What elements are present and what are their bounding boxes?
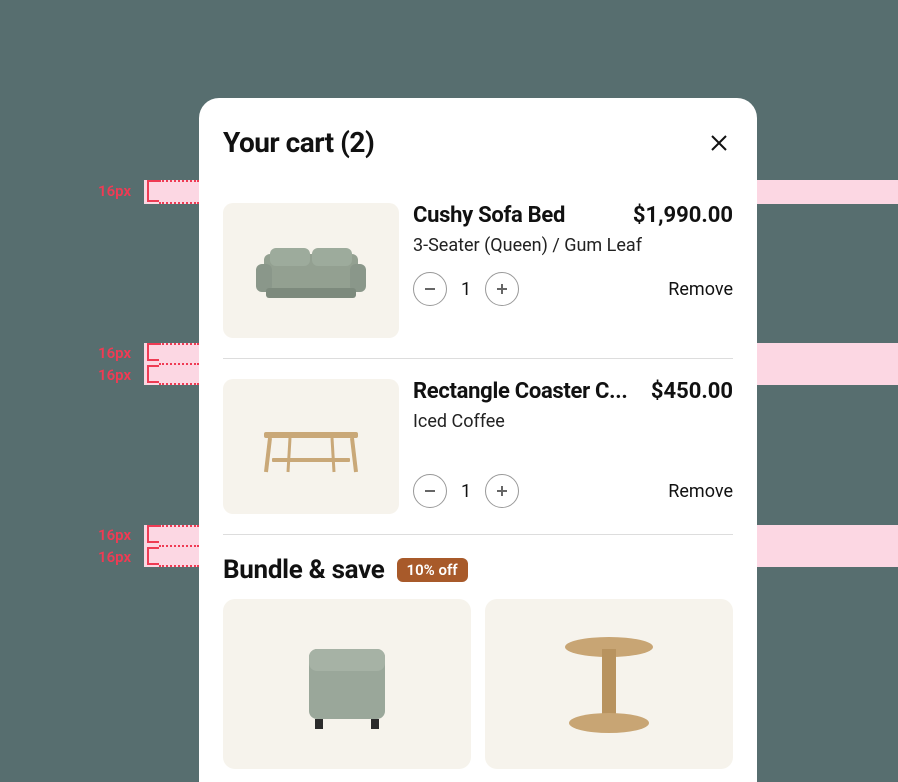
item-thumbnail[interactable] bbox=[223, 379, 399, 514]
qty-value: 1 bbox=[461, 481, 471, 502]
spacing-dots-2b bbox=[159, 363, 199, 365]
quantity-stepper: 1 bbox=[413, 474, 519, 508]
bundle-card[interactable] bbox=[485, 599, 733, 769]
item-thumbnail[interactable] bbox=[223, 203, 399, 338]
plus-icon bbox=[495, 282, 509, 296]
divider bbox=[223, 534, 733, 535]
spacing-label-3b: 16px bbox=[98, 548, 131, 566]
qty-increase-button[interactable] bbox=[485, 474, 519, 508]
close-button[interactable] bbox=[705, 129, 733, 157]
spacing-dots-3a bbox=[159, 525, 199, 527]
cart-item: Cushy Sofa Bed $1,990.00 3-Seater (Queen… bbox=[199, 203, 757, 338]
remove-link[interactable]: Remove bbox=[668, 481, 733, 502]
item-name: Rectangle Coaster C... bbox=[413, 379, 627, 404]
cart-title: Your cart (2) bbox=[223, 126, 374, 159]
plus-icon bbox=[495, 484, 509, 498]
spacing-bracket-3a bbox=[147, 525, 159, 543]
qty-value: 1 bbox=[461, 279, 471, 300]
spacing-bracket-3b bbox=[147, 547, 159, 565]
item-variant: 3-Seater (Queen) / Gum Leaf bbox=[413, 234, 673, 258]
cart-header: Your cart (2) bbox=[199, 98, 757, 179]
bundle-row bbox=[199, 585, 757, 769]
cart-item: Rectangle Coaster C... $450.00 Iced Coff… bbox=[199, 379, 757, 514]
table-icon bbox=[246, 412, 376, 482]
spacing-dots-2a bbox=[159, 343, 199, 345]
bundle-title: Bundle & save bbox=[223, 555, 385, 585]
spacing-label-2a: 16px bbox=[98, 344, 131, 362]
spacing-dots-3b bbox=[159, 545, 199, 547]
spacing-dots-1b bbox=[159, 202, 199, 204]
qty-increase-button[interactable] bbox=[485, 272, 519, 306]
item-body: Cushy Sofa Bed $1,990.00 3-Seater (Queen… bbox=[413, 203, 733, 338]
cart-panel: Your cart (2) Cushy Sofa Bed $1,990.00 3… bbox=[199, 98, 757, 782]
spacing-bracket-2b bbox=[147, 365, 159, 383]
bundle-header: Bundle & save 10% off bbox=[199, 555, 757, 585]
spacing-dots-1a bbox=[159, 180, 199, 182]
qty-decrease-button[interactable] bbox=[413, 272, 447, 306]
spacing-bracket-1 bbox=[147, 180, 159, 202]
sofa-icon bbox=[246, 236, 376, 306]
spacing-dots-2c bbox=[159, 383, 199, 385]
divider bbox=[223, 358, 733, 359]
qty-decrease-button[interactable] bbox=[413, 474, 447, 508]
bundle-badge: 10% off bbox=[397, 558, 468, 582]
item-price: $1,990.00 bbox=[633, 203, 733, 228]
minus-icon bbox=[423, 484, 437, 498]
spacing-label-3a: 16px bbox=[98, 526, 131, 544]
item-variant: Iced Coffee bbox=[413, 410, 673, 434]
close-icon bbox=[707, 131, 731, 155]
remove-link[interactable]: Remove bbox=[668, 279, 733, 300]
spacing-bracket-2a bbox=[147, 343, 159, 361]
bundle-card[interactable] bbox=[223, 599, 471, 769]
side-table-icon bbox=[544, 619, 674, 749]
item-price: $450.00 bbox=[651, 379, 733, 404]
spacing-label-1: 16px bbox=[98, 182, 131, 200]
ottoman-icon bbox=[287, 629, 407, 739]
spacing-dots-3c bbox=[159, 565, 199, 567]
item-name: Cushy Sofa Bed bbox=[413, 203, 565, 228]
quantity-stepper: 1 bbox=[413, 272, 519, 306]
minus-icon bbox=[423, 282, 437, 296]
spacing-label-2b: 16px bbox=[98, 366, 131, 384]
item-body: Rectangle Coaster C... $450.00 Iced Coff… bbox=[413, 379, 733, 514]
